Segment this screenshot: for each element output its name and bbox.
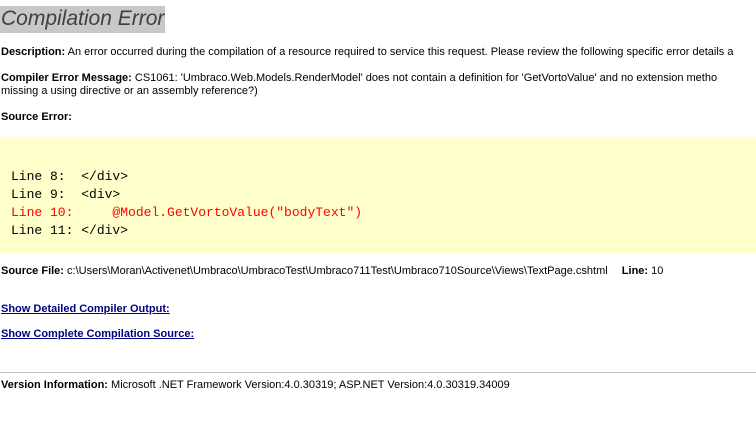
line-value: 10	[651, 265, 664, 277]
code-line: Line 8: </div>	[11, 169, 129, 184]
description-label: Description:	[1, 46, 66, 58]
source-file-label: Source File:	[1, 265, 64, 277]
description-row: Description: An error occurred during th…	[1, 46, 733, 59]
compiler-error-row: Compiler Error Message: CS1061: 'Umbraco…	[1, 72, 717, 85]
compiler-error-text: CS1061: 'Umbraco.Web.Models.RenderModel'…	[134, 72, 718, 84]
source-error-label: Source Error:	[1, 111, 72, 123]
show-complete-compilation-source-link[interactable]: Show Complete Compilation Source:	[1, 328, 194, 340]
compiler-error-label: Compiler Error Message:	[1, 72, 132, 84]
version-text: Microsoft .NET Framework Version:4.0.303…	[111, 379, 510, 391]
show-detailed-compiler-output-link[interactable]: Show Detailed Compiler Output:	[1, 303, 170, 315]
source-file-row: Source File: c:\Users\Moran\Activenet\Um…	[1, 265, 663, 278]
error-page: Compilation Error Description: An error …	[0, 0, 756, 426]
divider	[0, 372, 756, 373]
code-line: Line 9: <div>	[11, 187, 121, 202]
code-line: Line 11: </div>	[11, 223, 129, 238]
source-file-path: c:\Users\Moran\Activenet\Umbraco\Umbraco…	[67, 265, 608, 277]
version-row: Version Information: Microsoft .NET Fram…	[1, 379, 510, 392]
line-label: Line:	[621, 265, 649, 277]
version-label: Version Information:	[1, 379, 108, 391]
compiler-error-text-continued: missing a using directive or an assembly…	[1, 85, 258, 97]
description-text: An error occurred during the compilation…	[67, 46, 734, 58]
page-title: Compilation Error	[0, 6, 166, 33]
source-code-box: Line 8: </div> Line 9: <div> Line 10: @M…	[0, 137, 756, 253]
code-line-error: Line 10: @Model.GetVortoValue("bodyText"…	[11, 205, 363, 220]
